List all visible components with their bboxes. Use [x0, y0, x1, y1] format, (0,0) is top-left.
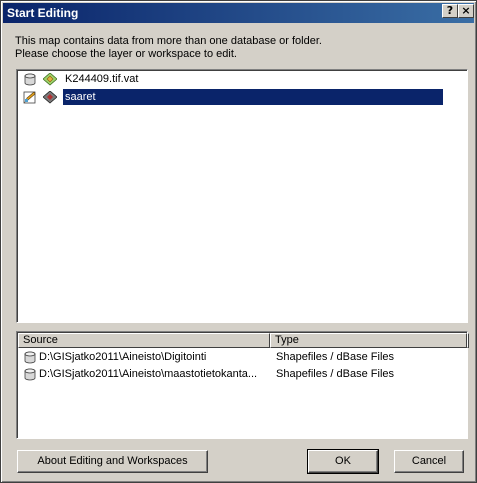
edit-layer-icon [23, 91, 36, 104]
workspace-source-list[interactable]: Source Type D:\GISjatko2011\Aineisto\Dig… [16, 331, 469, 439]
feature-layer-icon [43, 91, 57, 104]
layer-item-k244409[interactable]: K244409.tif.vat [21, 71, 461, 87]
folder-database-icon [24, 351, 36, 364]
instruction-message: This map contains data from more than on… [15, 35, 465, 61]
ok-button[interactable]: OK [307, 449, 379, 474]
source-row[interactable]: D:\GISjatko2011\Aineisto\Digitointi Shap… [19, 349, 465, 366]
title-bar: Start Editing [3, 3, 474, 23]
column-header-source[interactable]: Source [18, 333, 270, 348]
start-editing-dialog: Start Editing ? × This map contains data… [0, 0, 477, 483]
source-type: Shapefiles / dBase Files [276, 368, 395, 380]
folder-database-icon [24, 368, 36, 381]
database-icon [24, 73, 36, 86]
close-button[interactable]: × [458, 4, 474, 18]
source-row[interactable]: D:\GISjatko2011\Aineisto\maastotietokant… [19, 366, 465, 383]
column-header-filler [467, 333, 469, 348]
layer-name: saaret [63, 89, 443, 105]
help-button[interactable]: ? [442, 4, 458, 18]
cancel-button[interactable]: Cancel [394, 450, 464, 473]
message-line-2: Please choose the layer or workspace to … [15, 48, 237, 60]
layer-list[interactable]: K244409.tif.vat saaret [16, 69, 468, 323]
raster-layer-icon [43, 73, 57, 86]
source-type: Shapefiles / dBase Files [276, 351, 395, 363]
source-path: D:\GISjatko2011\Aineisto\Digitointi [39, 351, 207, 363]
layer-item-saaret[interactable]: saaret [21, 89, 461, 105]
about-editing-button[interactable]: About Editing and Workspaces [17, 450, 208, 473]
source-path: D:\GISjatko2011\Aineisto\maastotietokant… [39, 368, 258, 380]
message-line-1: This map contains data from more than on… [15, 35, 322, 47]
dialog-title: Start Editing [7, 6, 79, 20]
column-header-type[interactable]: Type [270, 333, 467, 348]
layer-name: K244409.tif.vat [65, 73, 139, 85]
